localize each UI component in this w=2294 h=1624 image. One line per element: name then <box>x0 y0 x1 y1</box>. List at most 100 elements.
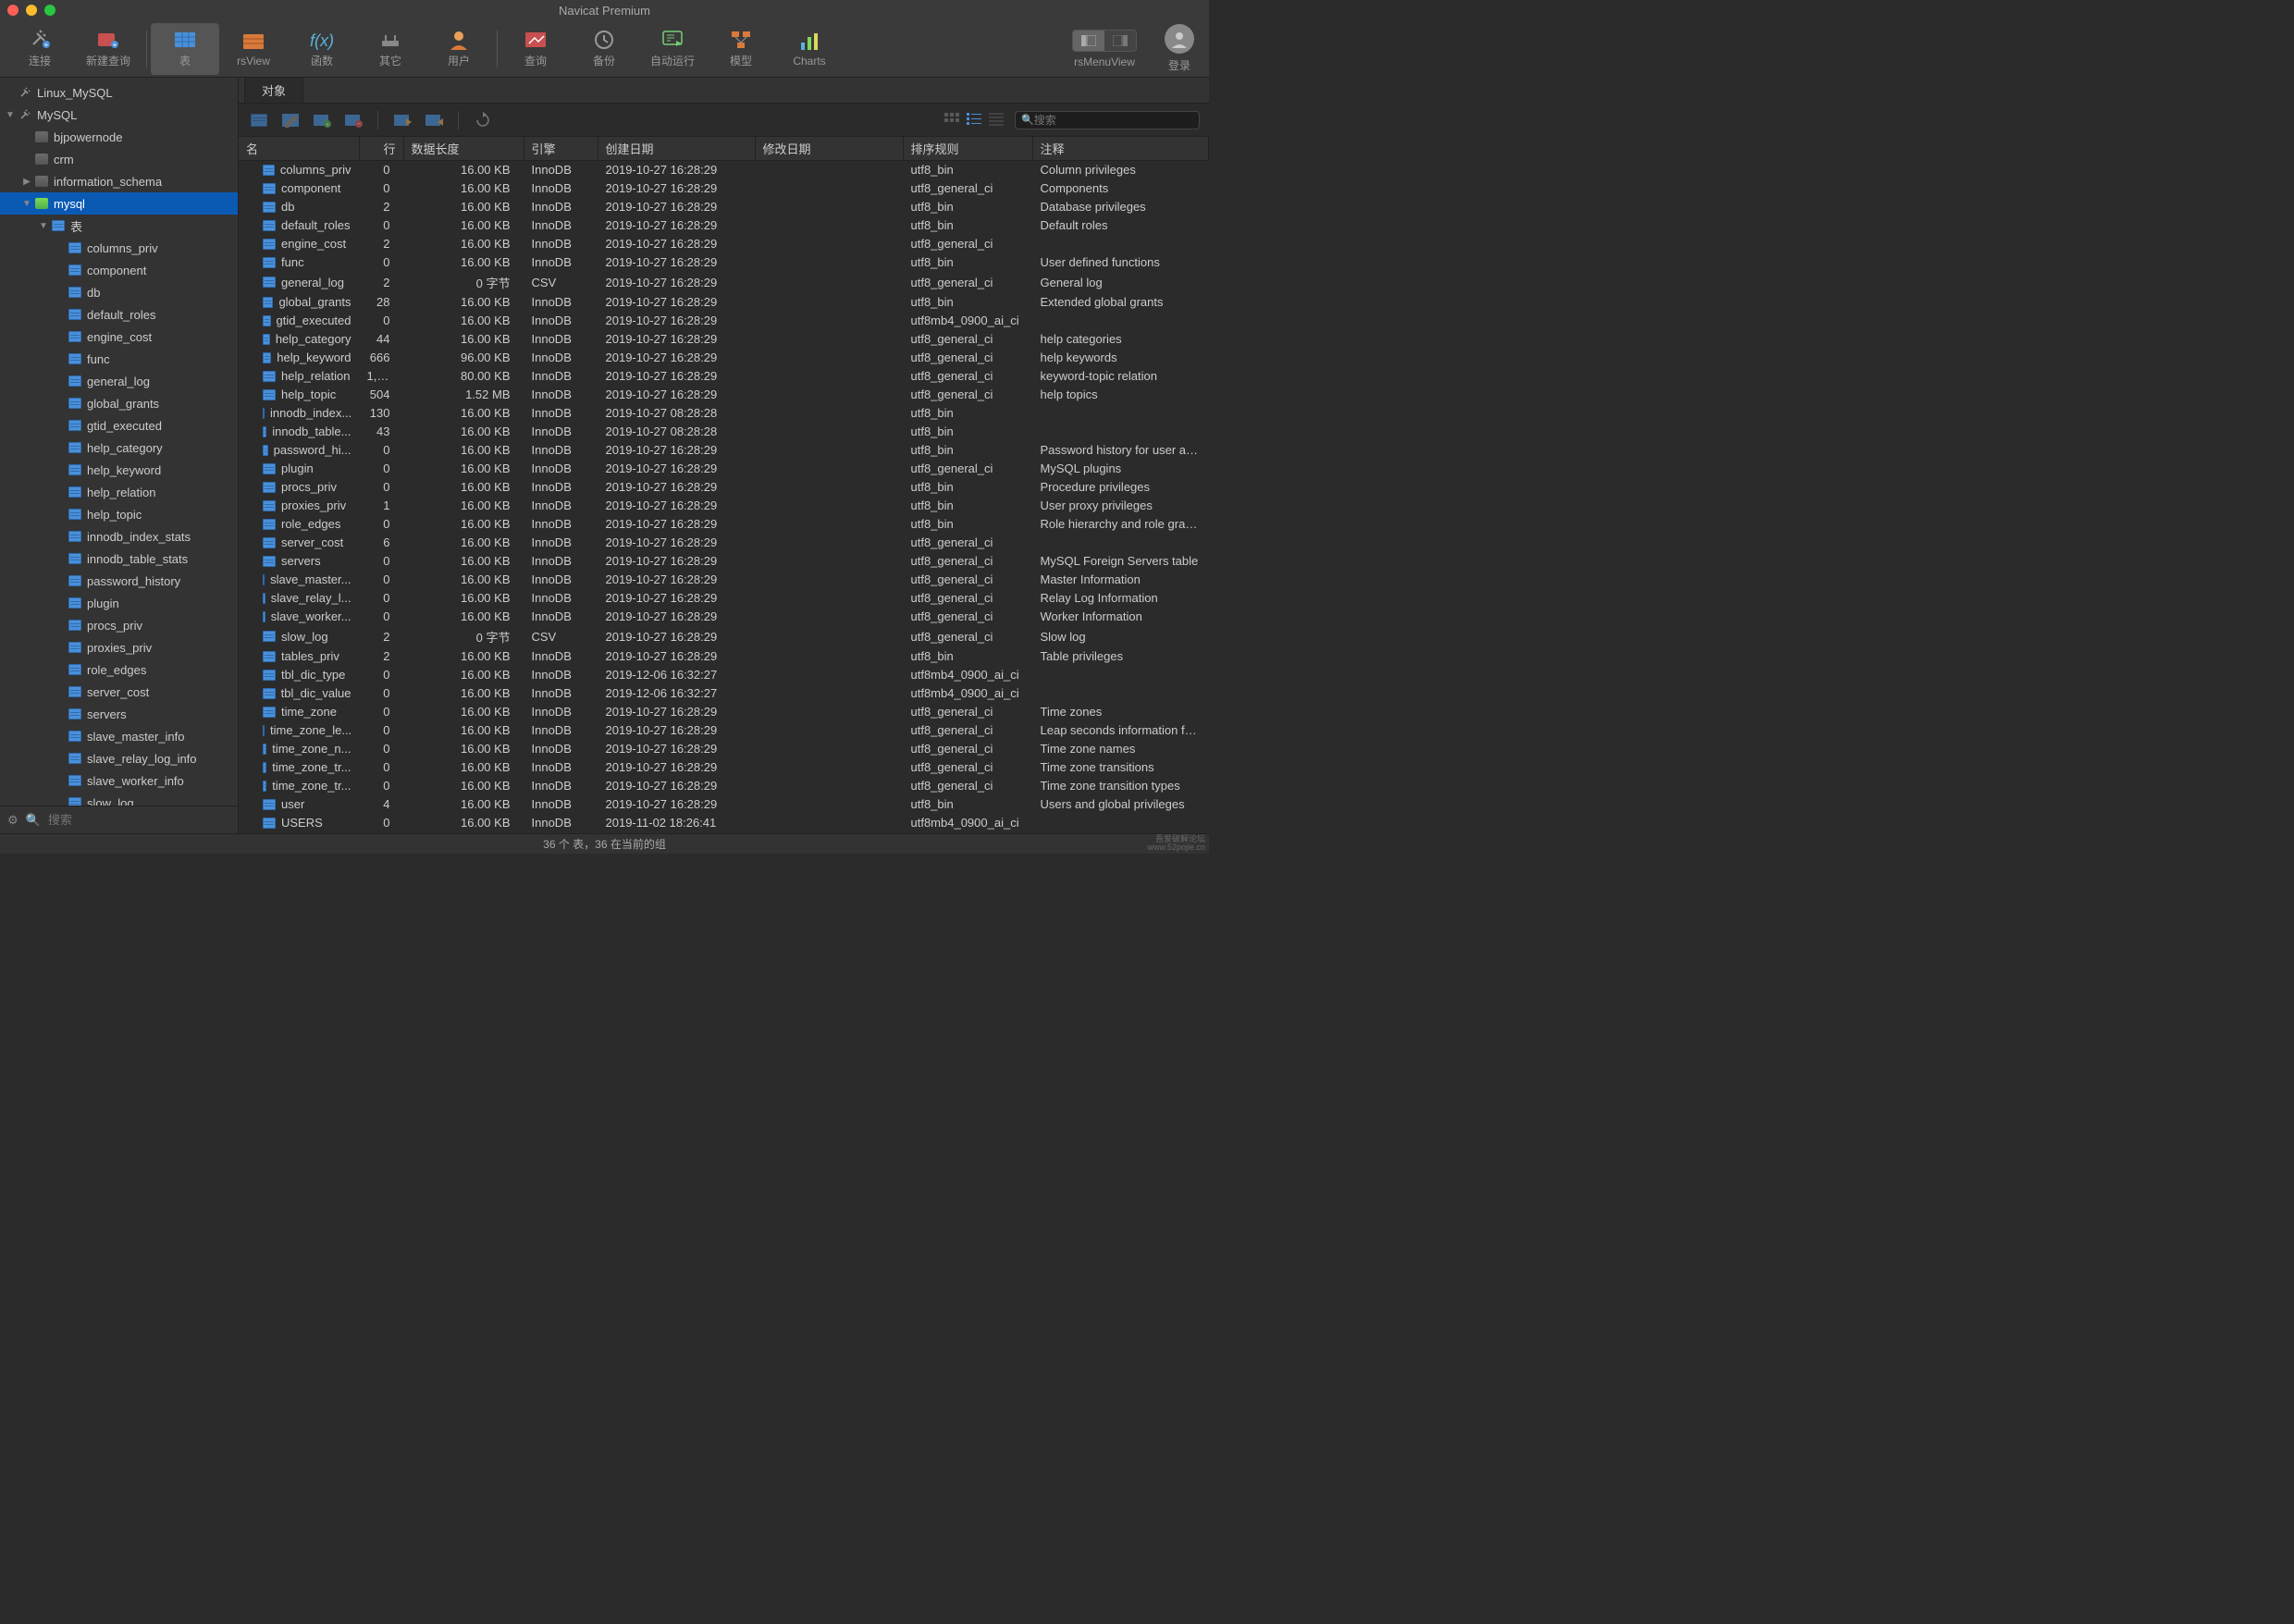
tree-item[interactable]: innodb_index_stats <box>0 525 238 547</box>
grid-view-icon[interactable] <box>944 113 961 128</box>
sidebar-search-input[interactable] <box>48 813 230 827</box>
tree-item[interactable]: help_relation <box>0 481 238 503</box>
table-row[interactable]: innodb_index... 130 16.00 KB InnoDB 2019… <box>239 404 1209 423</box>
new-query-button[interactable]: + 新建查询 <box>74 23 142 75</box>
export-icon[interactable] <box>423 110 445 130</box>
layout-left-icon[interactable] <box>1073 31 1104 51</box>
tree-item[interactable]: proxies_priv <box>0 636 238 658</box>
tree-item[interactable]: ▼表 <box>0 215 238 237</box>
col-comment[interactable]: 注释 <box>1032 137 1209 161</box>
tree-item[interactable]: help_category <box>0 437 238 459</box>
settings-icon[interactable]: ⚙ <box>7 813 18 828</box>
layout-right-icon[interactable] <box>1104 31 1136 51</box>
table-row[interactable]: db 2 16.00 KB InnoDB 2019-10-27 16:28:29… <box>239 198 1209 216</box>
table-row[interactable]: global_grants 28 16.00 KB InnoDB 2019-10… <box>239 293 1209 312</box>
maximize-icon[interactable] <box>44 5 56 16</box>
table-row[interactable]: columns_priv 0 16.00 KB InnoDB 2019-10-2… <box>239 161 1209 179</box>
tree-item[interactable]: bjpowernode <box>0 126 238 148</box>
col-size[interactable]: 数据长度 <box>403 137 524 161</box>
col-rows[interactable]: 行 <box>359 137 403 161</box>
backup-button[interactable]: 备份 <box>570 23 638 75</box>
tree-item[interactable]: slave_worker_info <box>0 769 238 792</box>
table-row[interactable]: general_log 2 0 字节 CSV 2019-10-27 16:28:… <box>239 272 1209 293</box>
tree-item[interactable]: gtid_executed <box>0 414 238 437</box>
tree-item[interactable]: default_roles <box>0 303 238 326</box>
table-row[interactable]: USERS 0 16.00 KB InnoDB 2019-11-02 18:26… <box>239 814 1209 832</box>
tree-item[interactable]: ▶information_schema <box>0 170 238 192</box>
user-button[interactable]: 用户 <box>425 23 493 75</box>
design-table-icon[interactable] <box>279 110 302 130</box>
tree-item[interactable]: ▼MySQL <box>0 104 238 126</box>
table-row[interactable]: engine_cost 2 16.00 KB InnoDB 2019-10-27… <box>239 235 1209 253</box>
table-row[interactable]: tbl_dic_type 0 16.00 KB InnoDB 2019-12-0… <box>239 666 1209 684</box>
table-row[interactable]: user 4 16.00 KB InnoDB 2019-10-27 16:28:… <box>239 795 1209 814</box>
table-row[interactable]: tables_priv 2 16.00 KB InnoDB 2019-10-27… <box>239 647 1209 666</box>
table-row[interactable]: slave_master... 0 16.00 KB InnoDB 2019-1… <box>239 571 1209 589</box>
avatar-icon[interactable] <box>1165 24 1194 54</box>
charts-button[interactable]: Charts <box>775 23 844 75</box>
tree-item[interactable]: innodb_table_stats <box>0 547 238 570</box>
model-button[interactable]: 模型 <box>707 23 775 75</box>
tree-item[interactable]: component <box>0 259 238 281</box>
new-table-icon[interactable]: + <box>311 110 333 130</box>
col-modified[interactable]: 修改日期 <box>755 137 903 161</box>
table-button[interactable]: 表 <box>151 23 219 75</box>
tree-item[interactable]: slave_relay_log_info <box>0 747 238 769</box>
table-row[interactable]: time_zone_tr... 0 16.00 KB InnoDB 2019-1… <box>239 758 1209 777</box>
table-row[interactable]: default_roles 0 16.00 KB InnoDB 2019-10-… <box>239 216 1209 235</box>
tree-item[interactable]: help_keyword <box>0 459 238 481</box>
view-segmented[interactable] <box>1072 30 1137 52</box>
tree-item[interactable]: ▼mysql <box>0 192 238 215</box>
col-engine[interactable]: 引擎 <box>524 137 598 161</box>
table-row[interactable]: time_zone_tr... 0 16.00 KB InnoDB 2019-1… <box>239 777 1209 795</box>
table-row[interactable]: gtid_executed 0 16.00 KB InnoDB 2019-10-… <box>239 312 1209 330</box>
tree-item[interactable]: func <box>0 348 238 370</box>
other-button[interactable]: 其它 <box>356 23 425 75</box>
rsview-button[interactable]: rsView <box>219 23 288 75</box>
tree-item[interactable]: crm <box>0 148 238 170</box>
col-created[interactable]: 创建日期 <box>598 137 755 161</box>
tree-item[interactable]: db <box>0 281 238 303</box>
open-table-icon[interactable] <box>248 110 270 130</box>
tree-item[interactable]: slow_log <box>0 792 238 806</box>
table-row[interactable]: time_zone 0 16.00 KB InnoDB 2019-10-27 1… <box>239 703 1209 721</box>
table-row[interactable]: time_zone_le... 0 16.00 KB InnoDB 2019-1… <box>239 721 1209 740</box>
table-row[interactable]: slave_worker... 0 16.00 KB InnoDB 2019-1… <box>239 608 1209 626</box>
tree-item[interactable]: help_topic <box>0 503 238 525</box>
table-row[interactable]: tbl_dic_value 0 16.00 KB InnoDB 2019-12-… <box>239 684 1209 703</box>
tree-item[interactable]: procs_priv <box>0 614 238 636</box>
tree-item[interactable]: columns_priv <box>0 237 238 259</box>
table-row[interactable]: help_keyword 666 96.00 KB InnoDB 2019-10… <box>239 349 1209 367</box>
table-row[interactable]: slave_relay_l... 0 16.00 KB InnoDB 2019-… <box>239 589 1209 608</box>
delete-table-icon[interactable]: − <box>342 110 364 130</box>
table-row[interactable]: innodb_table... 43 16.00 KB InnoDB 2019-… <box>239 423 1209 441</box>
object-search[interactable]: 🔍 <box>1015 111 1200 129</box>
table-row[interactable]: help_category 44 16.00 KB InnoDB 2019-10… <box>239 330 1209 349</box>
table-row[interactable]: password_hi... 0 16.00 KB InnoDB 2019-10… <box>239 441 1209 460</box>
tree-item[interactable]: server_cost <box>0 681 238 703</box>
table-row[interactable]: help_topic 504 1.52 MB InnoDB 2019-10-27… <box>239 386 1209 404</box>
tree-item[interactable]: global_grants <box>0 392 238 414</box>
tree-item[interactable]: role_edges <box>0 658 238 681</box>
table-row[interactable]: slow_log 2 0 字节 CSV 2019-10-27 16:28:29 … <box>239 626 1209 647</box>
object-search-input[interactable] <box>1034 114 1193 127</box>
list-view-icon[interactable] <box>967 113 983 128</box>
tab-objects[interactable]: 对象 <box>244 77 303 103</box>
table-row[interactable]: proxies_priv 1 16.00 KB InnoDB 2019-10-2… <box>239 497 1209 515</box>
tree-item[interactable]: password_history <box>0 570 238 592</box>
refresh-icon[interactable] <box>472 110 494 130</box>
close-icon[interactable] <box>7 5 18 16</box>
tree-item[interactable]: slave_master_info <box>0 725 238 747</box>
connect-button[interactable]: + 连接 <box>6 23 74 75</box>
tree-item[interactable]: engine_cost <box>0 326 238 348</box>
tree-item[interactable]: general_log <box>0 370 238 392</box>
table-row[interactable]: component 0 16.00 KB InnoDB 2019-10-27 1… <box>239 179 1209 198</box>
col-collation[interactable]: 排序规则 <box>903 137 1032 161</box>
tree-item[interactable]: plugin <box>0 592 238 614</box>
col-name[interactable]: 名 <box>239 137 359 161</box>
import-icon[interactable] <box>391 110 413 130</box>
query-button[interactable]: 查询 <box>501 23 570 75</box>
table-row[interactable]: procs_priv 0 16.00 KB InnoDB 2019-10-27 … <box>239 478 1209 497</box>
function-button[interactable]: f(x) 函数 <box>288 23 356 75</box>
tree-item[interactable]: Linux_MySQL <box>0 81 238 104</box>
